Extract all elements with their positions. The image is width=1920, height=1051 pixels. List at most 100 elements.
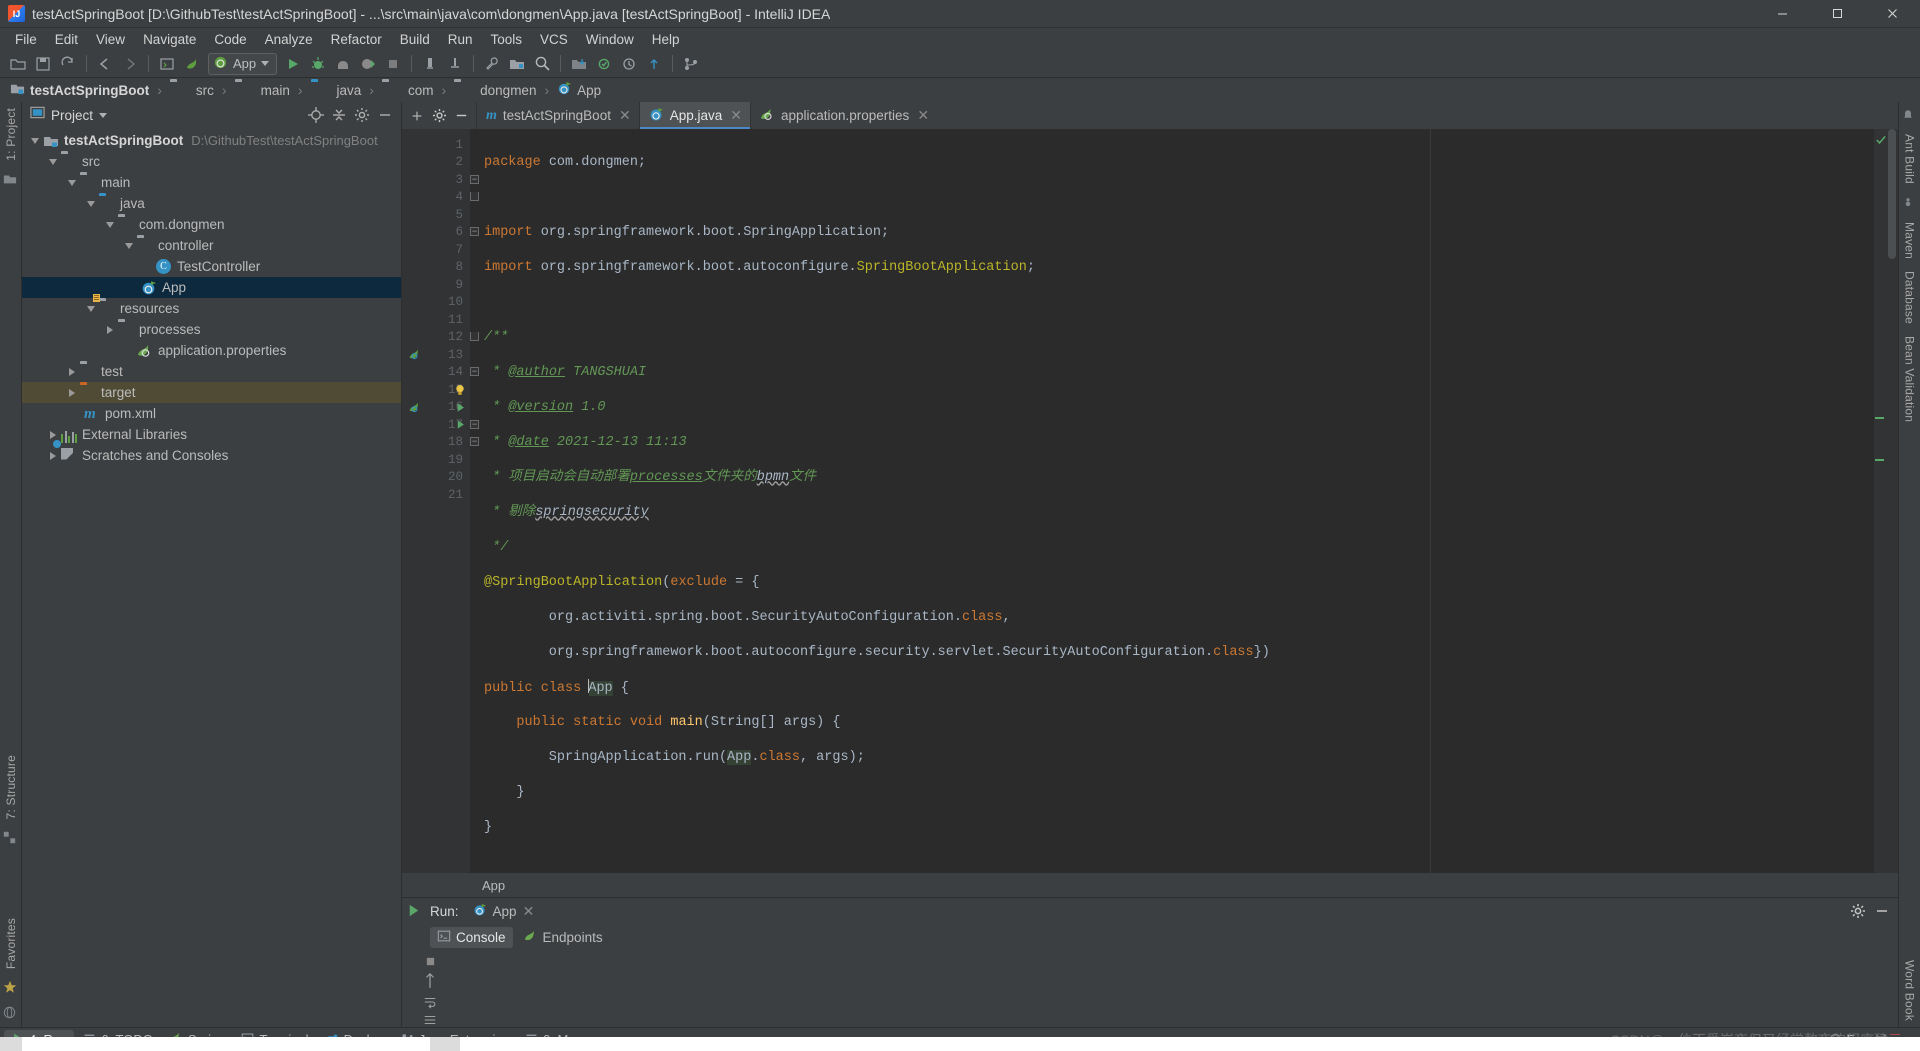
run-tab-endpoints[interactable]: Endpoints — [517, 927, 610, 948]
tree-row-target[interactable]: target — [22, 382, 401, 403]
run-tab-console[interactable]: Console — [430, 926, 513, 948]
editor-tab-app-java[interactable]: App.java ✕ — [638, 102, 751, 129]
menu-edit[interactable]: Edit — [46, 30, 87, 49]
fold-marker-imports[interactable]: − — [470, 175, 479, 184]
git-update-icon[interactable] — [567, 52, 591, 76]
back-arrow-icon[interactable] — [93, 52, 117, 76]
ant-icon[interactable] — [1902, 195, 1918, 211]
run-console-output[interactable] — [458, 950, 1898, 1027]
open-terminal-icon[interactable] — [155, 52, 179, 76]
tree-row-external-libraries[interactable]: External Libraries — [22, 424, 401, 445]
settings-wrench-icon[interactable] — [480, 52, 504, 76]
menu-build[interactable]: Build — [391, 30, 439, 49]
add-icon[interactable] — [407, 106, 427, 126]
menu-code[interactable]: Code — [205, 30, 255, 49]
fold-marker-javadoc-end[interactable] — [470, 332, 479, 341]
save-all-icon[interactable] — [31, 52, 55, 76]
tree-row-pom-xml[interactable]: m pom.xml — [22, 403, 401, 424]
tree-row-scratches-and-consoles[interactable]: Scratches and Consoles — [22, 445, 401, 466]
twisty-expanded-icon[interactable] — [103, 218, 116, 231]
hide-panel-icon[interactable] — [375, 105, 395, 125]
menu-navigate[interactable]: Navigate — [134, 30, 205, 49]
tree-row-controller[interactable]: controller — [22, 235, 401, 256]
fold-marker-imports-end[interactable] — [470, 192, 479, 201]
tree-row-main[interactable]: main — [22, 172, 401, 193]
breadcrumb-item-com[interactable]: com — [380, 82, 436, 98]
tree-row-application-properties[interactable]: application.properties — [22, 340, 401, 361]
chevron-down-icon[interactable] — [99, 112, 108, 118]
spring-run-icon[interactable] — [180, 52, 204, 76]
editor-tab-testactspringboot[interactable]: m testActSpringBoot ✕ — [476, 102, 639, 129]
build-project-icon[interactable] — [418, 52, 442, 76]
scrollbar-thumb[interactable] — [1888, 129, 1896, 259]
hide-panel-icon[interactable] — [1872, 901, 1892, 921]
code-text-area[interactable]: − − − − − package com.dongmen; import or… — [470, 129, 1874, 873]
hide-icon[interactable] — [451, 106, 471, 126]
tree-row-java[interactable]: java — [22, 193, 401, 214]
stripe-mark-run-2[interactable] — [1875, 459, 1884, 461]
twisty-collapsed-icon[interactable] — [65, 365, 78, 378]
spring-bean-icon[interactable] — [406, 347, 422, 363]
search-everywhere-icon[interactable] — [530, 52, 554, 76]
menu-view[interactable]: View — [87, 30, 134, 49]
code-editor[interactable]: 1 2 3 4 5 6 7 8 9 10 11 12 13 14 15 16 1… — [402, 129, 1898, 873]
stripe-mark-run[interactable] — [1875, 417, 1884, 419]
stop-icon[interactable] — [421, 954, 439, 968]
minimize-button[interactable] — [1755, 0, 1810, 27]
twisty-expanded-icon[interactable] — [65, 176, 78, 189]
maximize-button[interactable] — [1810, 0, 1865, 27]
tree-row-src[interactable]: src — [22, 151, 401, 172]
breadcrumb-item-project[interactable]: testActSpringBoot — [8, 81, 151, 99]
run-gutter-icon[interactable] — [452, 399, 468, 415]
breadcrumb-item-app[interactable]: App — [555, 81, 603, 99]
fold-marker-method[interactable]: − — [470, 437, 479, 446]
gear-icon[interactable] — [1848, 901, 1868, 921]
forward-arrow-icon[interactable] — [118, 52, 142, 76]
gear-icon[interactable] — [429, 106, 449, 126]
tool-window-tab-structure[interactable]: 7: Structure — [1, 749, 21, 825]
menu-vcs[interactable]: VCS — [531, 30, 577, 49]
tree-row-app[interactable]: App — [22, 277, 401, 298]
breadcrumb-item-main[interactable]: main — [233, 82, 292, 98]
fold-marker-class[interactable]: − — [470, 420, 479, 429]
twisty-expanded-icon[interactable] — [122, 239, 135, 252]
editor-vertical-scrollbar[interactable] — [1886, 129, 1898, 873]
tree-row-resources[interactable]: resources — [22, 293, 401, 319]
tree-row-testcontroller[interactable]: C TestController — [22, 256, 401, 277]
tree-row-processes[interactable]: processes — [22, 319, 401, 340]
project-structure-icon[interactable] — [505, 52, 529, 76]
close-icon[interactable]: ✕ — [730, 107, 742, 124]
tree-row-com-dongmen[interactable]: com.dongmen — [22, 214, 401, 235]
twisty-expanded-icon[interactable] — [84, 302, 97, 315]
twisty-collapsed-icon[interactable] — [46, 449, 59, 462]
tool-window-tab-favorites[interactable]: Favorites — [1, 912, 21, 975]
menu-analyze[interactable]: Analyze — [256, 30, 322, 49]
run-gutter-icon[interactable] — [452, 417, 468, 433]
run-config-chip[interactable]: App ✕ — [467, 901, 541, 922]
git-history-icon[interactable] — [617, 52, 641, 76]
tool-window-tab-bean-validation[interactable]: Bean Validation — [1900, 330, 1920, 428]
scroll-to-end-icon[interactable] — [421, 1013, 439, 1027]
git-commit-icon[interactable] — [592, 52, 616, 76]
editor-gutter[interactable]: 1 2 3 4 5 6 7 8 9 10 11 12 13 14 15 16 1… — [402, 129, 470, 873]
sync-refresh-icon[interactable] — [56, 52, 80, 76]
run-with-coverage-icon[interactable] — [331, 52, 355, 76]
menu-help[interactable]: Help — [643, 30, 689, 49]
close-icon[interactable]: ✕ — [619, 107, 631, 124]
stop-icon[interactable] — [381, 52, 405, 76]
inspection-ok-icon[interactable] — [1876, 132, 1886, 145]
breadcrumb-item-src[interactable]: src — [168, 82, 216, 98]
tool-window-tab-project[interactable]: 1: Project — [1, 102, 21, 167]
project-tool-icon[interactable] — [3, 172, 19, 188]
open-project-icon[interactable] — [6, 52, 30, 76]
twisty-expanded-icon[interactable] — [84, 197, 97, 210]
menu-run[interactable]: Run — [439, 30, 482, 49]
tree-row-project-root[interactable]: testActSpringBoot D:\GithubTest\testActS… — [22, 130, 401, 151]
source-code[interactable]: package com.dongmen; import org.springfr… — [484, 136, 1874, 873]
spring-bean-icon[interactable] — [406, 399, 422, 415]
breadcrumb-item-dongmen[interactable]: dongmen — [452, 82, 538, 98]
menu-refactor[interactable]: Refactor — [322, 30, 391, 49]
menu-file[interactable]: File — [6, 30, 46, 49]
error-stripe-marks[interactable] — [1874, 129, 1886, 873]
tree-row-test[interactable]: test — [22, 361, 401, 382]
